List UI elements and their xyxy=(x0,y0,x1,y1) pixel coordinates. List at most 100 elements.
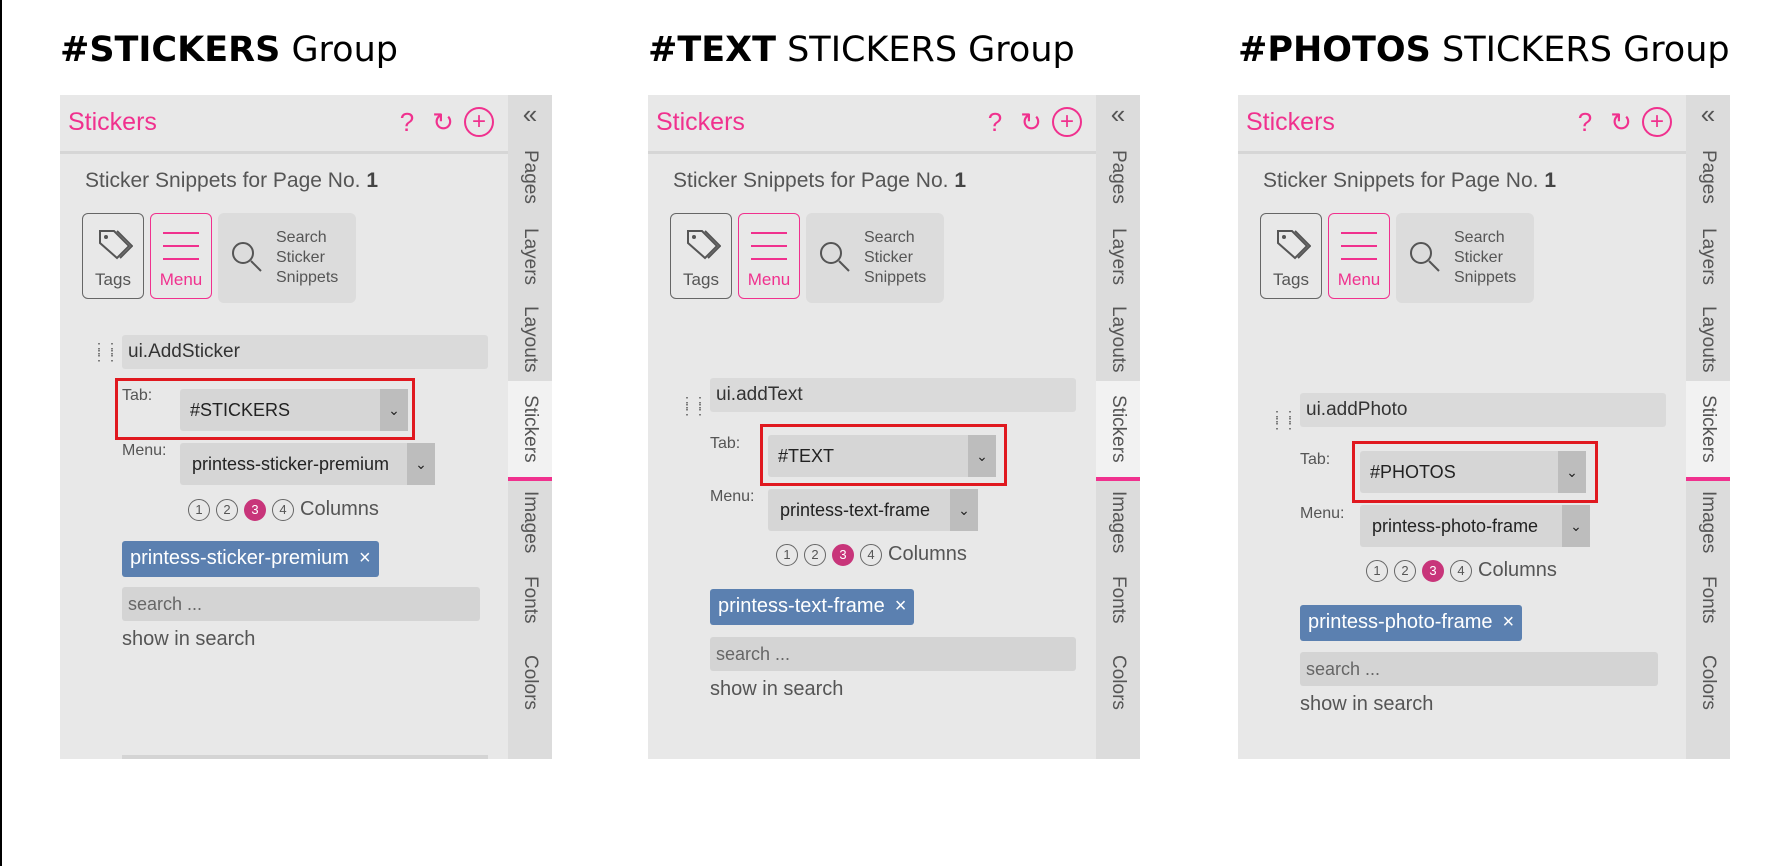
tab-layouts[interactable]: Layouts xyxy=(1686,297,1730,381)
tab-images[interactable]: Images xyxy=(1096,481,1140,563)
menu-label: Menu xyxy=(159,270,203,289)
close-icon[interactable]: × xyxy=(895,595,907,617)
collapse-icon[interactable]: « xyxy=(1686,99,1730,130)
column-option-4[interactable]: 4 xyxy=(1450,559,1472,582)
add-icon[interactable]: + xyxy=(464,107,494,137)
stickers-panel: Stickers ? ↻ + Sticker Snippets for Page… xyxy=(60,95,552,759)
search-input[interactable]: search ... xyxy=(1300,652,1658,686)
tab-pages[interactable]: Pages xyxy=(508,137,552,217)
tab-fonts[interactable]: Fonts xyxy=(1096,563,1140,637)
group-title: #PHOTOS STICKERS Group xyxy=(1238,30,1730,70)
stickers-panel: Stickers ? ↻ + Sticker Snippets for Page… xyxy=(1238,95,1730,759)
group-text-stickers: #TEXT STICKERS Group Stickers ? ↻ + Stic… xyxy=(648,0,1168,866)
tab-stickers[interactable]: Stickers xyxy=(508,381,552,481)
group-stickers: #STICKERS Group Stickers ? ↻ + Sticker S… xyxy=(60,0,580,866)
tab-fonts[interactable]: Fonts xyxy=(1686,563,1730,637)
tab-pages[interactable]: Pages xyxy=(1096,137,1140,217)
refresh-icon[interactable]: ↻ xyxy=(1016,107,1046,137)
collapse-icon[interactable]: « xyxy=(508,99,552,130)
panel-content: Stickers ? ↻ + Sticker Snippets for Page… xyxy=(1238,95,1686,759)
tab-colors[interactable]: Colors xyxy=(1686,637,1730,727)
drag-handle-icon[interactable]: ⋮⋮ ⋮⋮ xyxy=(680,395,707,416)
tag-icon xyxy=(687,230,721,260)
menu-field-label: Menu: xyxy=(122,442,167,459)
column-option-3[interactable]: 3 xyxy=(1422,559,1444,582)
panel-title: Stickers xyxy=(68,108,157,136)
show-in-search-link[interactable]: show in search xyxy=(710,678,843,701)
right-sidebar: « Pages Layers Layouts Stickers Images F… xyxy=(1096,95,1140,759)
column-option-2[interactable]: 2 xyxy=(1394,559,1416,582)
drag-handle-icon[interactable]: ⋮⋮ ⋮⋮ xyxy=(92,341,119,362)
column-option-2[interactable]: 2 xyxy=(804,543,826,566)
show-in-search-link[interactable]: show in search xyxy=(1300,693,1433,716)
search-input[interactable]: search ... xyxy=(710,637,1076,671)
snippet-name-field[interactable]: ui.addText xyxy=(710,378,1076,412)
tag-icon xyxy=(1277,230,1311,260)
tags-button[interactable]: Tags xyxy=(82,213,144,299)
add-icon[interactable]: + xyxy=(1642,107,1672,137)
group-photos-stickers: #PHOTOS STICKERS Group Stickers ? ↻ + St… xyxy=(1238,0,1758,866)
menu-field-label: Menu: xyxy=(1300,505,1345,522)
hamburger-icon xyxy=(163,232,199,271)
refresh-icon[interactable]: ↻ xyxy=(428,107,458,137)
tab-layers[interactable]: Layers xyxy=(1686,217,1730,297)
add-icon[interactable]: + xyxy=(1052,107,1082,137)
column-option-1[interactable]: 1 xyxy=(188,498,210,521)
help-icon[interactable]: ? xyxy=(1570,107,1600,137)
column-option-4[interactable]: 4 xyxy=(860,543,882,566)
tab-fonts[interactable]: Fonts xyxy=(508,563,552,637)
tab-images[interactable]: Images xyxy=(508,481,552,563)
tab-pages[interactable]: Pages xyxy=(1686,137,1730,217)
menu-button[interactable]: Menu xyxy=(738,213,800,299)
menu-select[interactable]: printess-sticker-premium ⌄ xyxy=(180,443,435,485)
column-option-3[interactable]: 3 xyxy=(832,543,854,566)
panel-title: Stickers xyxy=(1246,108,1335,136)
column-option-4[interactable]: 4 xyxy=(272,498,294,521)
chevron-down-icon: ⌄ xyxy=(407,443,435,485)
snippet-name-field[interactable]: ui.AddSticker xyxy=(122,335,488,369)
columns-picker: 1 2 3 4 Columns xyxy=(188,498,379,521)
menu-select[interactable]: printess-photo-frame ⌄ xyxy=(1360,505,1590,547)
search-icon xyxy=(820,242,850,272)
hamburger-icon xyxy=(1341,232,1377,271)
collapse-icon[interactable]: « xyxy=(1096,99,1140,130)
search-snippets-button[interactable]: Search Sticker Snippets xyxy=(806,213,944,303)
tab-label: Tab: xyxy=(1300,451,1331,468)
group-title: #TEXT STICKERS Group xyxy=(648,30,1075,70)
column-option-3[interactable]: 3 xyxy=(244,498,266,521)
search-snippets-button[interactable]: Search Sticker Snippets xyxy=(218,213,356,303)
chevron-down-icon: ⌄ xyxy=(950,489,978,531)
search-input[interactable]: search ... xyxy=(122,587,480,621)
menu-chip: printess-sticker-premium × xyxy=(122,541,379,577)
tab-stickers[interactable]: Stickers xyxy=(1096,381,1140,481)
search-snippets-button[interactable]: Search Sticker Snippets xyxy=(1396,213,1534,303)
columns-label: Columns xyxy=(300,498,379,520)
column-option-1[interactable]: 1 xyxy=(1366,559,1388,582)
tab-colors[interactable]: Colors xyxy=(1096,637,1140,727)
tab-layouts[interactable]: Layouts xyxy=(1096,297,1140,381)
menu-field-label: Menu: xyxy=(710,488,755,505)
tags-button[interactable]: Tags xyxy=(670,213,732,299)
help-icon[interactable]: ? xyxy=(980,107,1010,137)
left-border xyxy=(0,0,2,866)
menu-button[interactable]: Menu xyxy=(150,213,212,299)
refresh-icon[interactable]: ↻ xyxy=(1606,107,1636,137)
tab-stickers[interactable]: Stickers xyxy=(1686,381,1730,481)
show-in-search-link[interactable]: show in search xyxy=(122,628,255,651)
drag-handle-icon[interactable]: ⋮⋮ ⋮⋮ xyxy=(1270,409,1297,430)
tab-layers[interactable]: Layers xyxy=(1096,217,1140,297)
snippet-name-field[interactable]: ui.addPhoto xyxy=(1300,393,1666,427)
menu-select[interactable]: printess-text-frame ⌄ xyxy=(768,489,978,531)
menu-button[interactable]: Menu xyxy=(1328,213,1390,299)
tab-layers[interactable]: Layers xyxy=(508,217,552,297)
tags-button[interactable]: Tags xyxy=(1260,213,1322,299)
tab-images[interactable]: Images xyxy=(1686,481,1730,563)
help-icon[interactable]: ? xyxy=(392,107,422,137)
close-icon[interactable]: × xyxy=(359,547,371,569)
column-option-2[interactable]: 2 xyxy=(216,498,238,521)
tag-icon xyxy=(99,230,133,260)
column-option-1[interactable]: 1 xyxy=(776,543,798,566)
tab-colors[interactable]: Colors xyxy=(508,637,552,727)
close-icon[interactable]: × xyxy=(1503,611,1515,633)
tab-layouts[interactable]: Layouts xyxy=(508,297,552,381)
